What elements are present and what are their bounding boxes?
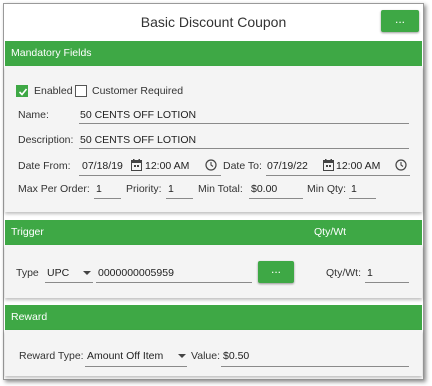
check-icon (18, 88, 28, 96)
mandatory-section-header: Mandatory Fields (5, 41, 422, 66)
trigger-section-body: Type UPC 0000000005959 ... Qty/Wt: 1 (5, 245, 422, 298)
enabled-label: Enabled (34, 85, 73, 97)
dialog-title: Basic Discount Coupon (140, 14, 287, 30)
clock-icon[interactable] (395, 159, 407, 171)
priority-input[interactable]: 1 (168, 183, 174, 195)
max-per-order-underline (94, 198, 121, 199)
upc-code-underline (96, 282, 252, 283)
max-per-order-input[interactable]: 1 (96, 183, 102, 195)
coupon-dialog: Basic Discount Coupon ... Mandatory Fiel… (3, 3, 424, 380)
description-input[interactable]: 50 CENTS OFF LOTION (80, 134, 196, 146)
date-from-label: Date From: (18, 160, 71, 172)
more-options-button[interactable]: ... (381, 10, 419, 32)
reward-type-label: Reward Type: (19, 350, 84, 362)
date-to-input[interactable]: 07/19/22 (267, 160, 308, 172)
reward-section-body: Reward Type: Amount Off Item Value: $0.5… (5, 330, 422, 376)
customer-required-checkbox[interactable] (75, 85, 87, 97)
description-label: Description: (18, 134, 74, 146)
time-from-input[interactable]: 12:00 AM (145, 160, 189, 172)
mandatory-section-body: Enabled Customer Required Name: 50 CENTS… (5, 66, 422, 212)
min-qty-label: Min Qty: (307, 183, 347, 195)
chevron-down-icon[interactable] (83, 271, 91, 275)
type-select[interactable]: UPC (47, 267, 69, 279)
date-to-label: Date To: (223, 160, 262, 172)
enabled-checkbox[interactable] (16, 85, 28, 97)
time-to-input[interactable]: 12:00 AM (336, 160, 380, 172)
value-label: Value: (191, 350, 220, 362)
reward-type-underline (85, 366, 187, 367)
lookup-button[interactable]: ... (258, 261, 294, 283)
upc-code-input[interactable]: 0000000005959 (98, 267, 174, 279)
qty-wt-header: Qty/Wt (314, 226, 347, 238)
qty-wt-input[interactable]: 1 (367, 267, 373, 279)
min-total-underline (249, 198, 303, 199)
date-from-underline (79, 175, 221, 176)
qty-wt-label: Qty/Wt: (326, 267, 361, 279)
reward-section-header: Reward (5, 305, 422, 330)
reward-type-select[interactable]: Amount Off Item (87, 350, 163, 362)
qty-wt-underline (365, 282, 409, 283)
type-underline (45, 282, 93, 283)
name-label: Name: (18, 109, 49, 121)
chevron-down-icon[interactable] (178, 354, 186, 358)
priority-underline (166, 198, 193, 199)
priority-label: Priority: (126, 183, 162, 195)
name-underline (79, 123, 409, 124)
min-qty-input[interactable]: 1 (351, 183, 357, 195)
title-bar: Basic Discount Coupon ... (4, 4, 423, 40)
trigger-title: Trigger (11, 226, 44, 238)
description-underline (79, 148, 409, 149)
name-input[interactable]: 50 CENTS OFF LOTION (80, 109, 196, 121)
min-total-label: Min Total: (198, 183, 243, 195)
reward-value-underline (221, 366, 409, 367)
min-total-input[interactable]: $0.00 (251, 183, 277, 195)
reward-value-input[interactable]: $0.50 (223, 350, 249, 362)
customer-required-label: Customer Required (92, 85, 184, 97)
max-per-order-label: Max Per Order: (18, 183, 90, 195)
calendar-icon[interactable] (131, 159, 142, 171)
date-from-input[interactable]: 07/18/19 (82, 160, 123, 172)
calendar-icon[interactable] (323, 159, 334, 171)
min-qty-underline (349, 198, 376, 199)
trigger-section-header: Trigger Qty/Wt (5, 220, 422, 245)
clock-icon[interactable] (205, 159, 217, 171)
type-label: Type (16, 267, 39, 279)
date-to-underline (266, 175, 410, 176)
